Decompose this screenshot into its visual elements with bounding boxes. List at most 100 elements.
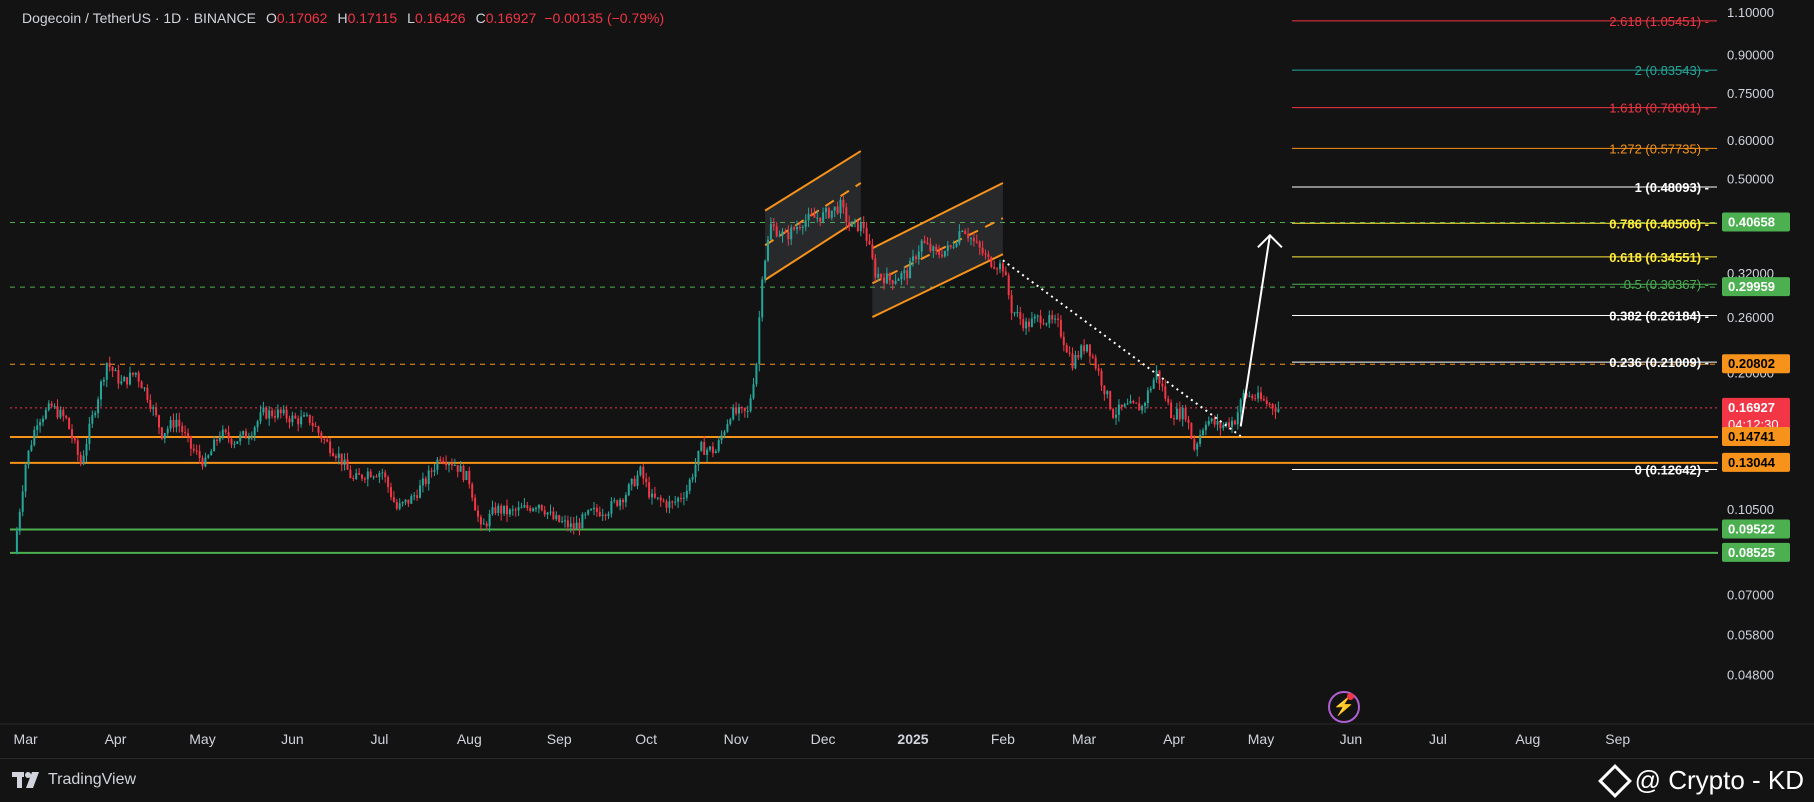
candle-body — [883, 277, 885, 284]
candle-body — [529, 508, 532, 511]
candle-body — [340, 453, 343, 465]
author-label: @ Crypto - KD — [1634, 765, 1804, 795]
candle-body — [247, 438, 250, 440]
time-axis-label: Sep — [547, 731, 572, 747]
tradingview-brand[interactable]: TradingView — [12, 771, 136, 789]
candle-body — [384, 472, 387, 478]
candle-body — [33, 429, 36, 446]
candle-body — [184, 432, 187, 434]
candle-body — [294, 415, 297, 419]
candle-body — [897, 279, 900, 281]
candle-body — [198, 451, 201, 459]
candle-body — [961, 230, 964, 232]
candle-body — [665, 501, 668, 508]
candle-body — [149, 399, 152, 409]
candle-body — [1144, 402, 1146, 406]
candle-body — [166, 428, 169, 434]
candle-body — [1265, 400, 1268, 404]
candle-body — [1228, 422, 1231, 427]
candle-body — [613, 500, 616, 502]
candle-body — [221, 429, 224, 437]
time-axis-label: May — [1248, 731, 1274, 747]
candle-body — [851, 221, 854, 227]
candle-body — [303, 415, 305, 417]
candle-body — [996, 268, 999, 270]
lightning-bolt-icon[interactable]: ⚡ — [1328, 691, 1360, 723]
candle-body — [291, 415, 294, 423]
candle-body — [1164, 386, 1167, 399]
candle-body — [1222, 425, 1225, 429]
candle-body — [442, 460, 445, 463]
candle-body — [88, 423, 91, 444]
candle-body — [1022, 319, 1025, 329]
candle-body — [569, 523, 572, 528]
candle-body — [1239, 399, 1242, 413]
candle-body — [497, 505, 500, 513]
candle-body — [833, 206, 836, 211]
candle-body — [935, 246, 938, 251]
candle-body — [30, 445, 33, 451]
candle-body — [842, 199, 845, 208]
candle-body — [891, 280, 894, 284]
candle-body — [711, 446, 714, 454]
candle-body — [584, 514, 587, 516]
candle-body — [680, 497, 682, 499]
candle-body — [1086, 344, 1088, 352]
candle-body — [1173, 418, 1175, 420]
footer-bar: TradingView @ Crypto - KD — [0, 758, 1814, 802]
price-axis-label: 0.10500 — [1727, 502, 1774, 517]
candle-body — [726, 423, 729, 432]
candle-body — [311, 423, 314, 426]
candle-body — [871, 244, 874, 259]
candle-body — [720, 435, 723, 441]
candle-body — [630, 478, 633, 485]
candle-body — [798, 227, 801, 229]
candle-body — [21, 491, 24, 512]
symbol-name[interactable]: Dogecoin / TetherUS · 1D · BINANCE — [22, 10, 256, 26]
candle-body — [1187, 419, 1190, 423]
candle-body — [39, 422, 42, 426]
candle-body — [114, 369, 117, 372]
candle-body — [743, 408, 746, 412]
candle-body — [369, 471, 372, 478]
candle-body — [1257, 392, 1260, 399]
candle-body — [430, 470, 433, 472]
candle-body — [494, 507, 497, 513]
candle-body — [506, 505, 508, 515]
chart-background — [0, 0, 1814, 758]
candle-body — [1158, 370, 1161, 384]
candle-body — [250, 435, 253, 439]
candle-body — [459, 465, 462, 472]
candle-body — [491, 507, 494, 515]
candle-body — [532, 508, 535, 511]
time-axis-label: Apr — [1163, 731, 1185, 747]
notification-dot — [1347, 693, 1354, 700]
price-axis-label: 0.04800 — [1727, 667, 1774, 682]
candle-body — [1251, 395, 1254, 399]
candle-body — [729, 419, 732, 424]
candle-body — [964, 230, 967, 235]
candle-body — [1080, 345, 1083, 358]
candle-body — [163, 433, 166, 439]
low-value: 0.16426 — [414, 10, 466, 26]
candle-body — [288, 418, 291, 423]
candle-body — [1141, 405, 1144, 411]
candle-body — [216, 439, 218, 441]
candle-body — [848, 222, 851, 227]
fib-level-label: 1.272 (0.57735) - — [1609, 141, 1709, 156]
candle-body — [804, 220, 807, 227]
candle-body — [825, 208, 827, 213]
candle-body — [662, 500, 665, 502]
price-chart[interactable]: 2.618 (1.05451) - 2 (0.83543) - 1.618 (0.7… — [0, 0, 1814, 758]
candle-body — [1036, 315, 1039, 317]
candle-body — [210, 451, 213, 456]
candle-body — [865, 227, 868, 241]
candle-body — [485, 523, 488, 527]
candle-body — [987, 254, 990, 257]
time-axis-label: Apr — [105, 731, 127, 747]
candle-body — [427, 470, 430, 485]
candle-body — [943, 250, 946, 257]
candle-body — [587, 510, 590, 515]
price-tag-value: 0.16927 — [1728, 400, 1775, 415]
candle-body — [320, 432, 323, 439]
